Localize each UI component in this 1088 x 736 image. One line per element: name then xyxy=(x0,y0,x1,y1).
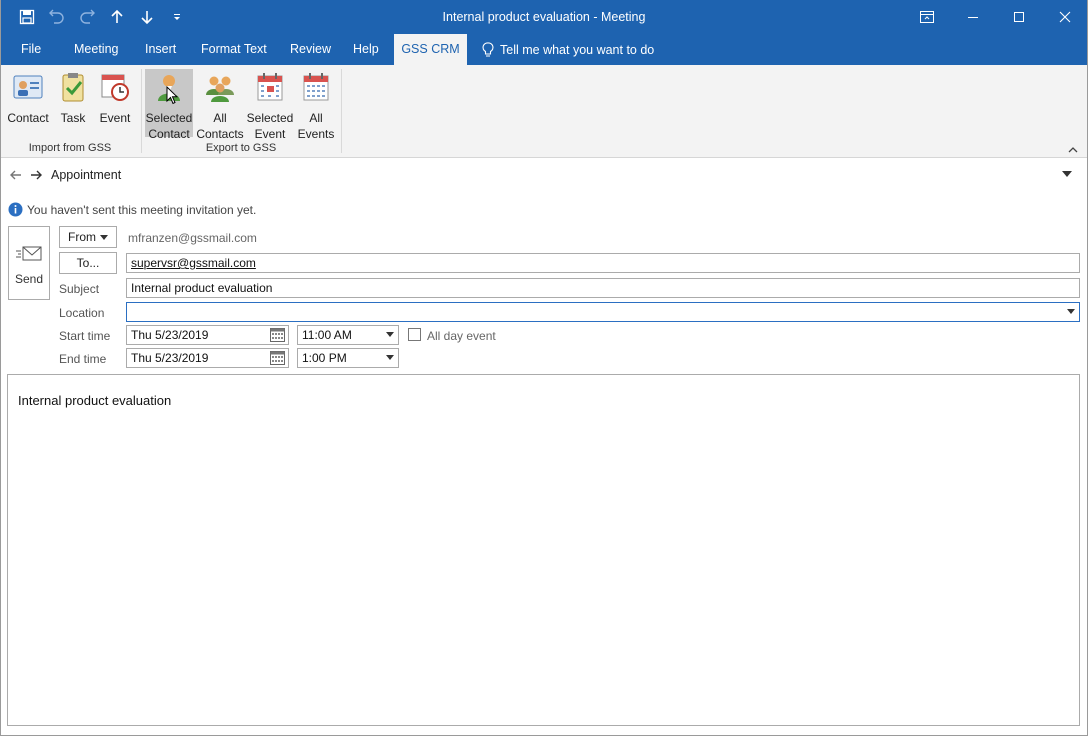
export-all-contacts-line1: All xyxy=(213,111,227,125)
info-icon xyxy=(8,202,23,217)
ribbon-group-divider xyxy=(141,69,142,153)
to-field[interactable]: supervsr@gssmail.com xyxy=(126,253,1080,273)
calendar-icon[interactable] xyxy=(270,351,285,365)
calendar-single-icon xyxy=(257,73,283,101)
ribbon-tabs: File Meeting Insert Format Text Review H… xyxy=(0,34,1088,65)
import-event-button[interactable]: Event xyxy=(94,69,136,137)
chevron-down-icon[interactable] xyxy=(1062,171,1072,177)
end-time-select[interactable]: 1:00 PM xyxy=(297,348,399,368)
export-selected-contact-line1: Selected xyxy=(145,111,193,125)
import-task-button[interactable]: Task xyxy=(55,69,91,137)
tab-format-text[interactable]: Format Text xyxy=(201,34,267,65)
end-time-label: End time xyxy=(59,352,107,366)
import-contact-button[interactable]: Contact xyxy=(4,69,52,137)
ribbon-display-options-icon[interactable] xyxy=(904,0,950,34)
minimize-icon[interactable] xyxy=(950,0,996,34)
to-button[interactable]: To... xyxy=(59,252,117,274)
tell-me-label: Tell me what you want to do xyxy=(500,42,655,57)
all-day-checkbox[interactable] xyxy=(408,328,421,341)
to-label: To... xyxy=(76,256,100,270)
tab-insert[interactable]: Insert xyxy=(145,34,176,65)
info-message: You haven't sent this meeting invitation… xyxy=(27,202,257,217)
contact-card-icon xyxy=(13,75,43,99)
tab-file[interactable]: File xyxy=(21,34,41,65)
end-date-field[interactable]: Thu 5/23/2019 xyxy=(126,348,289,368)
window-controls xyxy=(904,0,1088,34)
subject-field[interactable]: Internal product evaluation xyxy=(126,278,1080,298)
from-address: mfranzen@gssmail.com xyxy=(128,231,257,245)
export-group-label: Export to GSS xyxy=(205,142,277,154)
location-label: Location xyxy=(59,306,105,320)
tell-me-search[interactable]: Tell me what you want to do xyxy=(482,34,654,65)
to-recipient[interactable]: supervsr@gssmail.com xyxy=(131,256,256,270)
forward-arrow-icon[interactable] xyxy=(30,170,42,180)
chevron-down-icon xyxy=(100,234,108,240)
export-all-events-line2: Events xyxy=(297,127,335,141)
message-body[interactable]: Internal product evaluation xyxy=(7,374,1080,726)
export-selected-event-line1: Selected xyxy=(246,111,294,125)
calendar-icon[interactable] xyxy=(270,328,285,342)
export-selected-event-line2: Event xyxy=(254,127,286,141)
import-task-label: Task xyxy=(60,111,86,125)
tab-meeting[interactable]: Meeting xyxy=(74,34,118,65)
body-text: Internal product evaluation xyxy=(18,393,172,408)
from-button[interactable]: From xyxy=(59,226,117,248)
tab-help[interactable]: Help xyxy=(353,34,379,65)
chevron-down-icon xyxy=(386,332,394,337)
mouse-cursor-icon xyxy=(166,86,178,105)
collapse-ribbon-icon[interactable] xyxy=(1068,143,1078,157)
ribbon-group-divider xyxy=(341,69,342,153)
title-bar: Internal product evaluation - Meeting xyxy=(0,0,1088,34)
start-time-label: Start time xyxy=(59,329,111,343)
location-dropdown-icon[interactable] xyxy=(1067,309,1075,314)
appointment-label: Appointment xyxy=(51,168,122,182)
lightbulb-icon xyxy=(482,41,494,56)
start-time-value: 11:00 AM xyxy=(302,328,352,342)
import-contact-label: Contact xyxy=(7,111,49,125)
end-time-value: 1:00 PM xyxy=(302,351,347,365)
calendar-all-icon xyxy=(303,73,329,101)
subject-label: Subject xyxy=(59,282,100,296)
export-all-contacts-line2: Contacts xyxy=(196,127,244,141)
import-event-label: Event xyxy=(99,111,131,125)
tab-gss-crm[interactable]: GSS CRM xyxy=(394,34,467,65)
end-date-value: Thu 5/23/2019 xyxy=(131,351,209,365)
start-date-value: Thu 5/23/2019 xyxy=(131,328,209,342)
from-label: From xyxy=(68,230,96,244)
export-all-contacts-button[interactable]: All Contacts xyxy=(196,69,244,141)
people-group-icon xyxy=(206,76,234,102)
chevron-down-icon xyxy=(386,355,394,360)
location-field[interactable] xyxy=(126,302,1080,322)
tab-review[interactable]: Review xyxy=(290,34,331,65)
appointment-nav: Appointment xyxy=(0,163,1088,187)
export-selected-event-button[interactable]: Selected Event xyxy=(246,69,294,141)
export-all-events-line1: All xyxy=(309,111,323,125)
ribbon: Contact Task Event Import from GSS Selec… xyxy=(0,65,1088,158)
send-label: Send xyxy=(14,272,44,286)
envelope-send-icon xyxy=(16,246,42,261)
export-selected-contact-line2: Contact xyxy=(148,127,190,141)
start-time-select[interactable]: 11:00 AM xyxy=(297,325,399,345)
back-arrow-icon[interactable] xyxy=(10,170,22,180)
import-group-label: Import from GSS xyxy=(28,142,112,154)
close-icon[interactable] xyxy=(1042,0,1088,34)
event-calendar-clock-icon xyxy=(101,74,129,101)
all-day-label: All day event xyxy=(427,329,496,343)
task-clipboard-icon xyxy=(62,73,84,102)
export-all-events-button[interactable]: All Events xyxy=(296,69,336,141)
maximize-icon[interactable] xyxy=(996,0,1042,34)
info-bar: You haven't sent this meeting invitation… xyxy=(8,202,256,217)
start-date-field[interactable]: Thu 5/23/2019 xyxy=(126,325,289,345)
send-button[interactable]: Send xyxy=(8,226,50,300)
